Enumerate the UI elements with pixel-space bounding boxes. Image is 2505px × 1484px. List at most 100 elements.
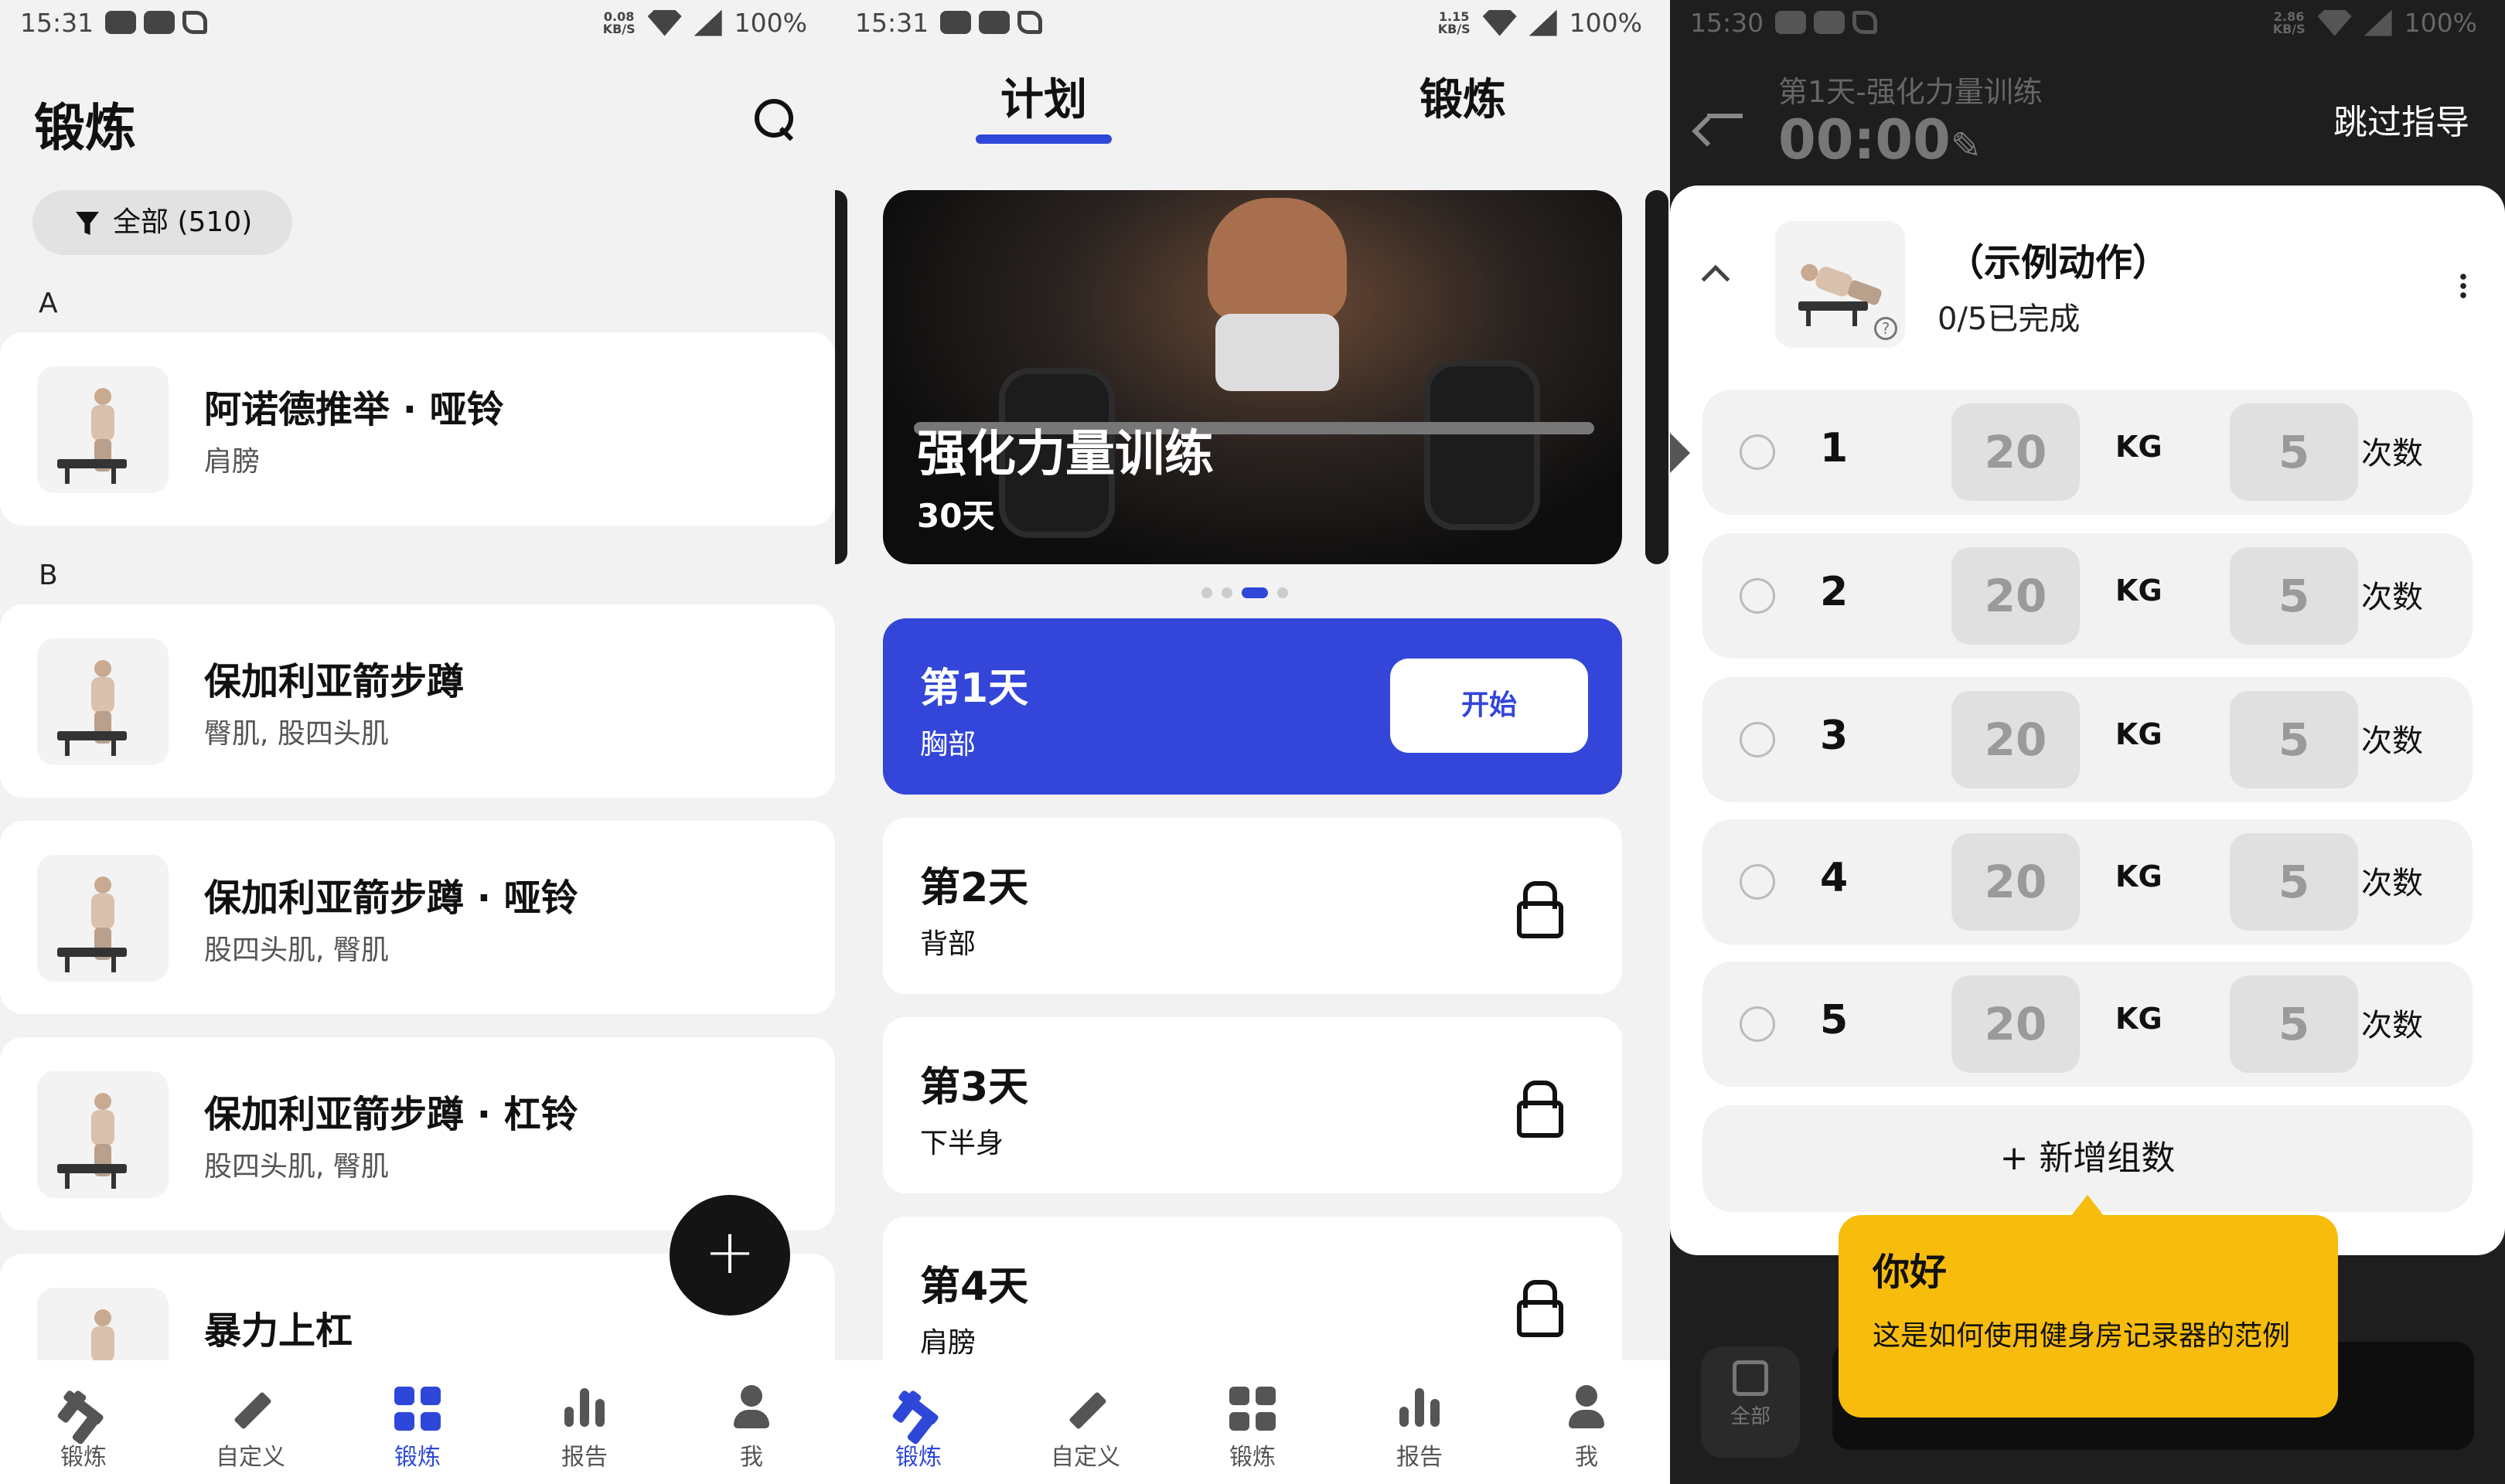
set-row: 2 20 KG 5 次数 <box>1702 533 2473 659</box>
weight-unit: KG <box>2115 859 2162 893</box>
search-icon[interactable] <box>752 96 796 141</box>
media-icon <box>1814 11 1845 34</box>
exercise-sheet: ? （示例动作） 0/5已完成 1 20 KG 5 次数 2 20 KG 5 次… <box>1670 186 2505 1255</box>
select-all-button[interactable]: 全部 <box>1701 1346 1800 1458</box>
call-icon <box>182 11 207 34</box>
notification-icons <box>1775 11 1877 34</box>
day-focus: 下半身 <box>920 1128 1004 1159</box>
weight-input[interactable]: 20 <box>1951 691 2080 788</box>
set-row: 5 20 KG 5 次数 <box>1702 962 2473 1087</box>
nav-item-custom[interactable]: 自定义 <box>167 1360 334 1484</box>
weight-plate-image <box>1424 360 1540 530</box>
exercise-name: 保加利亚箭步蹲 · 哑铃 <box>204 876 578 920</box>
pencil-icon <box>1060 1384 1111 1431</box>
status-bar: 15:31 0.08 KB/S 100% <box>0 0 835 48</box>
exercise-muscles: 肩膀 <box>204 446 261 478</box>
start-button[interactable]: 开始 <box>1390 659 1588 753</box>
session-timer[interactable]: 00:00✎ <box>1778 108 1982 172</box>
help-icon[interactable]: ? <box>1874 317 1897 340</box>
plan-banner[interactable]: 强化力量训练 30天 <box>883 190 1622 564</box>
nav-item-custom[interactable]: 自定义 <box>1002 1360 1169 1484</box>
pencil-icon <box>225 1384 276 1431</box>
exercise-muscles: 股四头肌, 臀肌 <box>204 934 389 966</box>
top-tabs: 计划 锻炼 <box>835 60 1670 153</box>
reps-label: 次数 <box>2361 580 2423 615</box>
more-options-icon[interactable] <box>2460 272 2466 298</box>
add-exercise-button[interactable]: + <box>670 1195 790 1316</box>
signal-icon <box>694 9 722 36</box>
exercise-name: 保加利亚箭步蹲 <box>204 660 465 703</box>
list-item[interactable]: 保加利亚箭步蹲 臀肌, 股四头肌 <box>0 604 835 798</box>
weight-input[interactable]: 20 <box>1951 975 2080 1073</box>
exercise-thumbnail <box>37 366 169 493</box>
lock-icon <box>1515 881 1563 938</box>
set-complete-toggle[interactable] <box>1740 722 1775 757</box>
dumbbell-icon <box>893 1384 944 1431</box>
exercise-thumbnail[interactable]: ? <box>1775 221 1905 348</box>
nav-item-me[interactable]: 我 <box>668 1360 835 1484</box>
set-complete-toggle[interactable] <box>1740 864 1775 900</box>
weight-unit: KG <box>2115 430 2162 464</box>
filter-chip[interactable]: 全部 (510) <box>32 190 293 255</box>
tab-workout[interactable]: 锻炼 <box>1420 65 1506 128</box>
wifi-icon <box>1482 9 1517 36</box>
exercise-thumbnail <box>37 638 169 765</box>
carousel-prev-card[interactable] <box>835 190 847 564</box>
person-icon <box>1561 1384 1612 1431</box>
day-card-1[interactable]: 第1天 胸部 开始 <box>883 618 1622 795</box>
nav-item-workout[interactable]: 锻炼 <box>835 1360 1002 1484</box>
reps-input[interactable]: 5 <box>2230 691 2358 788</box>
set-complete-toggle[interactable] <box>1740 578 1775 614</box>
athlete-image <box>1177 190 1378 414</box>
battery-level: 100% <box>1569 8 1642 38</box>
day-title: 第4天 <box>920 1264 1029 1310</box>
weight-input[interactable]: 20 <box>1951 403 2080 501</box>
reps-input[interactable]: 5 <box>2230 833 2358 931</box>
set-complete-toggle[interactable] <box>1740 434 1775 470</box>
checkbox-icon <box>1733 1360 1768 1396</box>
reps-input[interactable]: 5 <box>2230 403 2358 501</box>
day-title: 第2天 <box>920 865 1029 911</box>
set-number: 1 <box>1820 425 1849 471</box>
bar-chart-icon <box>1394 1384 1445 1431</box>
filter-label: 全部 (510) <box>113 206 253 238</box>
set-row: 1 20 KG 5 次数 <box>1702 390 2473 515</box>
signal-icon <box>1529 9 1557 36</box>
nav-item-report[interactable]: 报告 <box>501 1360 668 1484</box>
skip-guide-button[interactable]: 跳过指导 <box>2333 94 2469 144</box>
grid-icon <box>392 1384 443 1431</box>
exercise-name: 阿诺德推举 · 哑铃 <box>204 388 504 431</box>
weight-input[interactable]: 20 <box>1951 547 2080 645</box>
day-card-3[interactable]: 第3天 下半身 <box>883 1017 1622 1193</box>
carousel-dots <box>1201 587 1288 598</box>
section-letter: A <box>39 288 58 319</box>
set-number: 3 <box>1820 713 1849 759</box>
wifi-icon <box>647 9 682 36</box>
exercise-thumbnail <box>37 855 169 982</box>
list-item[interactable]: 阿诺德推举 · 哑铃 肩膀 <box>0 332 835 526</box>
nav-item-exercises[interactable]: 锻炼 <box>334 1360 501 1484</box>
tab-plan[interactable]: 计划 <box>1000 65 1087 128</box>
dumbbell-icon <box>58 1384 109 1431</box>
day-card-2[interactable]: 第2天 背部 <box>883 818 1622 994</box>
call-icon <box>1852 11 1877 34</box>
nav-item-exercises[interactable]: 锻炼 <box>1169 1360 1336 1484</box>
onboarding-tooltip[interactable]: 你好 这是如何使用健身房记录器的范例 <box>1839 1195 2338 1418</box>
nav-item-me[interactable]: 我 <box>1503 1360 1670 1484</box>
nav-item-report[interactable]: 报告 <box>1336 1360 1503 1484</box>
media-icon <box>979 11 1010 34</box>
chevron-up-icon[interactable] <box>1701 264 1730 294</box>
plan-screen: 15:31 1.15 KB/S 100% 计划 锻炼 强化力量训练 30天 第1天… <box>835 0 1670 1484</box>
bar-chart-icon <box>559 1384 610 1431</box>
list-item[interactable]: 保加利亚箭步蹲 · 哑铃 股四头肌, 臀肌 <box>0 821 835 1014</box>
reps-input[interactable]: 5 <box>2230 975 2358 1073</box>
notification-icons <box>940 11 1042 34</box>
back-arrow-icon[interactable] <box>1704 100 1744 131</box>
carousel-next-card[interactable] <box>1645 190 1668 564</box>
workout-session-screen: 15:30 2.86 KB/S 100% 第1天-强化力量训练 00:00✎ 跳过… <box>1670 0 2505 1484</box>
reps-input[interactable]: 5 <box>2230 547 2358 645</box>
set-complete-toggle[interactable] <box>1740 1006 1775 1042</box>
tab-indicator <box>976 134 1112 144</box>
nav-item-workout[interactable]: 锻炼 <box>0 1360 167 1484</box>
weight-input[interactable]: 20 <box>1951 833 2080 931</box>
